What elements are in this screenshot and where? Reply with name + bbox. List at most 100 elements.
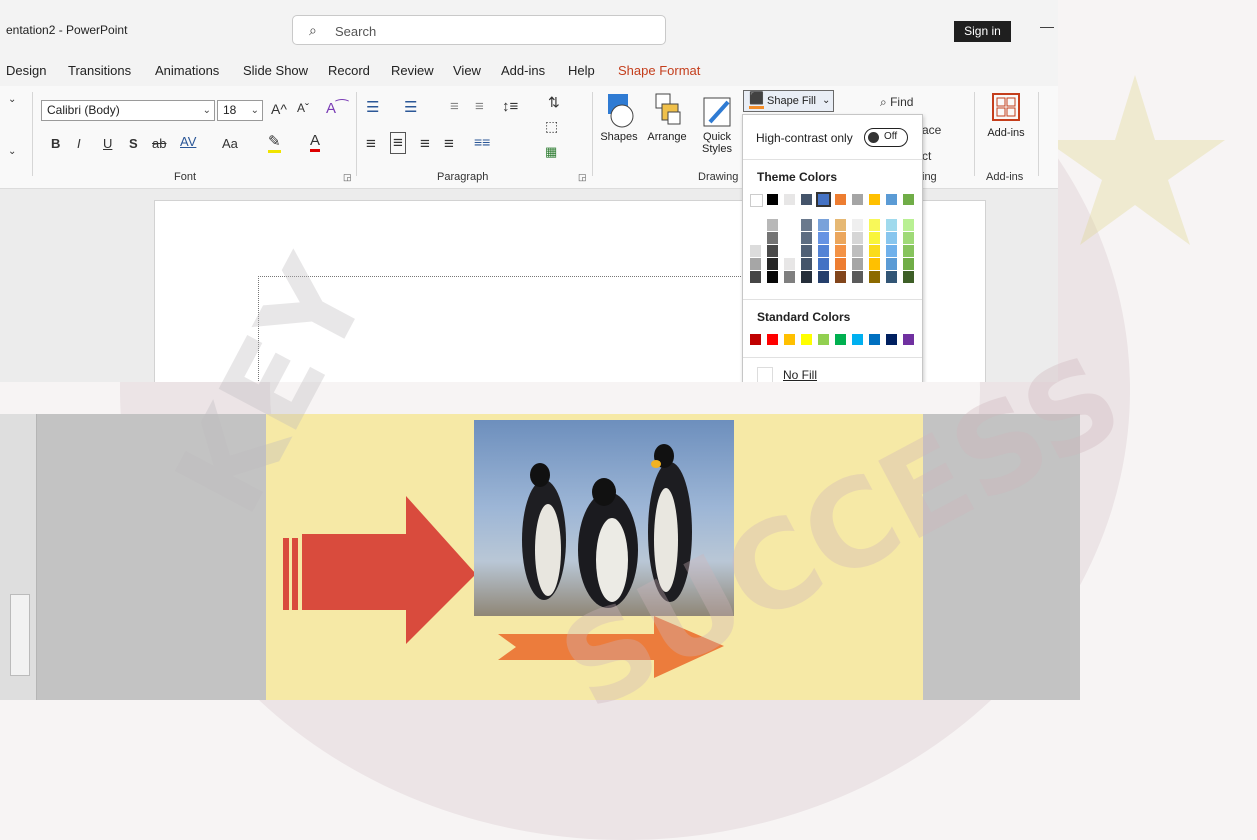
theme-shade-swatch[interactable] <box>801 258 812 270</box>
columns-icon[interactable]: ≡≡ <box>474 134 490 150</box>
tab-animations[interactable]: Animations <box>155 63 219 78</box>
tab-design[interactable]: Design <box>6 63 46 78</box>
change-case-button[interactable]: Aa <box>222 136 238 151</box>
font-color-button[interactable]: A <box>310 132 321 152</box>
theme-shade-swatch[interactable] <box>903 219 914 231</box>
theme-shade-swatch[interactable] <box>835 271 846 283</box>
theme-color-swatch[interactable] <box>816 192 831 207</box>
standard-color-swatch[interactable] <box>784 334 795 345</box>
theme-shade-swatch[interactable] <box>767 271 778 283</box>
standard-color-swatch[interactable] <box>852 334 863 345</box>
theme-shade-swatch[interactable] <box>886 271 897 283</box>
theme-shade-swatch[interactable] <box>835 245 846 257</box>
theme-shade-swatch[interactable] <box>852 219 863 231</box>
theme-shade-swatch[interactable] <box>750 219 761 231</box>
theme-shade-swatch[interactable] <box>818 245 829 257</box>
replace-button[interactable]: ace <box>922 123 941 137</box>
increase-indent-icon[interactable]: ≡ <box>475 98 484 115</box>
theme-shade-swatch[interactable] <box>869 219 880 231</box>
arrange-button[interactable]: Arrange <box>644 92 690 143</box>
theme-shade-swatch[interactable] <box>784 258 795 270</box>
theme-shade-swatch[interactable] <box>801 245 812 257</box>
standard-color-swatch[interactable] <box>835 334 846 345</box>
tab-slide-show[interactable]: Slide Show <box>243 63 308 78</box>
tab-record[interactable]: Record <box>328 63 370 78</box>
theme-color-swatch[interactable] <box>869 194 880 205</box>
theme-shade-swatch[interactable] <box>767 232 778 244</box>
high-contrast-toggle[interactable]: Off <box>864 128 908 147</box>
tab-help[interactable]: Help <box>568 63 595 78</box>
scrollbar-thumb[interactable] <box>10 594 30 676</box>
theme-shade-swatch[interactable] <box>852 258 863 270</box>
minimize-button[interactable]: — <box>1040 18 1054 34</box>
align-left-icon[interactable]: ≡ <box>366 134 376 154</box>
theme-shade-swatch[interactable] <box>869 232 880 244</box>
clear-formatting-icon[interactable]: A⁀ <box>326 99 348 117</box>
tab-transitions[interactable]: Transitions <box>68 63 131 78</box>
find-button[interactable]: ⌕ Find <box>880 95 913 110</box>
add-ins-button[interactable]: Add-ins <box>982 92 1030 139</box>
theme-shade-swatch[interactable] <box>886 232 897 244</box>
theme-shade-swatch[interactable] <box>801 219 812 231</box>
grow-font-button[interactable]: A^ <box>271 101 287 117</box>
standard-color-swatch[interactable] <box>869 334 880 345</box>
underline-button[interactable]: U <box>103 136 112 151</box>
text-shadow-button[interactable]: S <box>129 136 138 151</box>
standard-color-swatch[interactable] <box>903 334 914 345</box>
font-name-combo[interactable]: Calibri (Body) ⌄ <box>41 100 215 121</box>
decrease-indent-icon[interactable]: ≡ <box>450 98 459 115</box>
theme-color-swatch[interactable] <box>750 194 763 207</box>
theme-shade-swatch[interactable] <box>767 258 778 270</box>
line-spacing-icon[interactable]: ↕≡ <box>502 98 518 115</box>
thumbnail-pane[interactable] <box>0 414 37 700</box>
standard-color-swatch[interactable] <box>886 334 897 345</box>
chevron-down-icon[interactable]: ⌄ <box>8 146 16 157</box>
shapes-button[interactable]: Shapes <box>598 92 640 143</box>
font-size-combo[interactable]: 18 ⌄ <box>217 100 263 121</box>
tab-add-ins[interactable]: Add-ins <box>501 63 545 78</box>
italic-button[interactable]: I <box>77 136 81 151</box>
theme-shade-swatch[interactable] <box>835 258 846 270</box>
select-button[interactable]: ct <box>922 149 931 163</box>
theme-shade-swatch[interactable] <box>801 271 812 283</box>
align-right-icon[interactable]: ≡ <box>420 134 430 154</box>
theme-shade-swatch[interactable] <box>852 232 863 244</box>
standard-color-swatch[interactable] <box>767 334 778 345</box>
theme-shade-swatch[interactable] <box>784 219 795 231</box>
theme-shade-swatch[interactable] <box>818 232 829 244</box>
theme-shade-swatch[interactable] <box>750 232 761 244</box>
highlight-icon[interactable]: ✎ <box>268 132 281 153</box>
text-direction-icon[interactable]: ⇅ <box>548 94 560 111</box>
shape-fill-button[interactable]: ⬛ Shape Fill ⌄ <box>743 90 834 112</box>
theme-shade-swatch[interactable] <box>750 245 761 257</box>
theme-shade-swatch[interactable] <box>869 258 880 270</box>
tab-view[interactable]: View <box>453 63 481 78</box>
strikethrough-button[interactable]: ab <box>152 136 166 151</box>
standard-color-swatch[interactable] <box>750 334 761 345</box>
theme-shade-swatch[interactable] <box>869 245 880 257</box>
theme-shade-swatch[interactable] <box>801 232 812 244</box>
dialog-launcher-icon[interactable]: ◲ <box>343 172 352 183</box>
theme-shade-swatch[interactable] <box>818 219 829 231</box>
theme-shade-swatch[interactable] <box>818 258 829 270</box>
quick-styles-button[interactable]: Quick Styles <box>696 92 738 155</box>
align-center-icon[interactable]: ≡ <box>390 132 406 154</box>
search-box[interactable]: ⌕ Search <box>292 15 666 45</box>
dialog-launcher-icon[interactable]: ◲ <box>578 172 587 183</box>
theme-shade-swatch[interactable] <box>835 232 846 244</box>
theme-color-swatch[interactable] <box>801 194 812 205</box>
theme-color-swatch[interactable] <box>852 194 863 205</box>
theme-shade-swatch[interactable] <box>869 271 880 283</box>
bullets-icon[interactable]: ☰ <box>366 98 379 116</box>
theme-shade-swatch[interactable] <box>852 245 863 257</box>
standard-color-swatch[interactable] <box>818 334 829 345</box>
theme-shade-swatch[interactable] <box>852 271 863 283</box>
numbering-icon[interactable]: ☰ <box>404 98 417 116</box>
theme-shade-swatch[interactable] <box>767 219 778 231</box>
theme-shade-swatch[interactable] <box>903 258 914 270</box>
character-spacing-button[interactable]: AV <box>180 134 196 149</box>
theme-shade-swatch[interactable] <box>886 258 897 270</box>
theme-shade-swatch[interactable] <box>784 245 795 257</box>
theme-color-swatch[interactable] <box>903 194 914 205</box>
theme-shade-swatch[interactable] <box>784 271 795 283</box>
